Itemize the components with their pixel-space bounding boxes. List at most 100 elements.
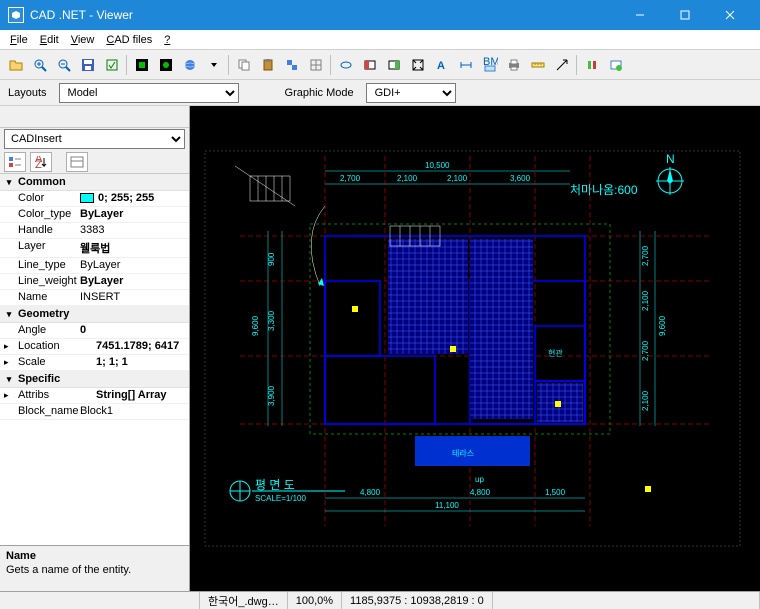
menu-edit[interactable]: Edit [34,32,65,48]
toolbar-separator [576,55,577,75]
ellipse-icon[interactable] [334,53,357,76]
svg-text:900: 900 [267,252,276,266]
layer-icon-2[interactable] [154,53,177,76]
main-area: CADInsert AZ ▾Common Color0; 255; 255 Co… [0,106,760,591]
category-common[interactable]: ▾Common [0,174,189,191]
menu-file[interactable]: File [4,32,34,48]
menu-help[interactable]: ? [158,32,176,48]
desc-text: Gets a name of the entity. [6,564,131,576]
status-cell [0,592,200,609]
svg-text:평 면 도: 평 면 도 [255,478,295,492]
zoom-in-icon[interactable] [28,53,51,76]
toolbar-separator [126,55,127,75]
expand-icon[interactable]: ▸ [4,339,14,354]
copy-icon[interactable] [232,53,255,76]
properties-panel: CADInsert AZ ▾Common Color0; 255; 255 Co… [0,106,190,591]
close-button[interactable] [707,0,752,30]
save-icon[interactable] [76,53,99,76]
prop-row: NameINSERT [0,290,189,306]
option-bar: Layouts Model Graphic Mode GDI+ [0,80,760,106]
prop-row: Line_weightByLayer [0,274,189,290]
status-coords: 1185,9375 : 10938,2819 : 0 [342,592,493,609]
arrow-icon[interactable] [550,53,573,76]
tool-icon-1[interactable] [100,53,123,76]
graphic-mode-select[interactable]: GDI+ [366,83,456,103]
svg-text:2,100: 2,100 [397,174,418,183]
app-icon [8,7,24,23]
zoom-out-icon[interactable] [52,53,75,76]
menu-view[interactable]: View [65,32,101,48]
menu-cadfiles[interactable]: CAD files [100,32,158,48]
svg-text:Z: Z [35,159,42,168]
extents-icon[interactable] [406,53,429,76]
layer-icon-1[interactable] [130,53,153,76]
categorize-icon[interactable] [4,152,26,172]
tool-icon-b[interactable] [604,53,627,76]
svg-text:처마나옴:600: 처마나옴:600 [570,183,638,197]
svg-text:3,300: 3,300 [267,310,276,331]
property-grid[interactable]: ▾Common Color0; 255; 255 Color_typeByLay… [0,174,189,545]
text-icon[interactable]: A [430,53,453,76]
prop-row: Line_typeByLayer [0,258,189,274]
rect-tool-icon-1[interactable] [358,53,381,76]
prop-row: ▸AttribsString[] Array [0,388,189,404]
print-icon[interactable] [502,53,525,76]
desc-name: Name [6,550,183,562]
minimize-button[interactable] [617,0,662,30]
toolbar-separator [330,55,331,75]
svg-text:2,700: 2,700 [641,245,650,266]
prop-row: Color_typeByLayer [0,207,189,223]
expand-icon[interactable]: ▸ [4,355,14,370]
svg-text:A: A [437,60,445,72]
rect-tool-icon-2[interactable] [382,53,405,76]
svg-text:N: N [666,152,675,166]
window-title: CAD .NET - Viewer [30,8,617,22]
maximize-button[interactable] [662,0,707,30]
svg-text:9,600: 9,600 [251,315,260,336]
world-icon[interactable] [178,53,201,76]
dropdown-icon[interactable] [202,53,225,76]
open-icon[interactable] [4,53,27,76]
measure-icon[interactable] [526,53,549,76]
prop-row: Block_nameBlock1 [0,404,189,420]
property-description: Name Gets a name of the entity. [0,545,189,591]
expand-icon[interactable]: ▸ [4,388,14,403]
svg-text:10,500: 10,500 [425,161,450,170]
paste-icon[interactable] [256,53,279,76]
svg-text:SCALE=1/100: SCALE=1/100 [255,494,306,503]
block-icon[interactable] [280,53,303,76]
graphic-mode-label: Graphic Mode [285,87,354,99]
toolbar: A BMP [0,50,760,80]
propgrid-icon[interactable] [66,152,88,172]
svg-text:2,100: 2,100 [641,290,650,311]
layouts-label: Layouts [8,87,47,99]
alphabetical-icon[interactable]: AZ [30,152,52,172]
tool-icon-a[interactable] [580,53,603,76]
svg-text:2,100: 2,100 [641,390,650,411]
category-geometry[interactable]: ▾Geometry [0,306,189,323]
status-zoom: 100,0% [288,592,342,609]
svg-text:4,800: 4,800 [470,488,491,497]
drawing-canvas[interactable]: N 처마나옴:600 10,500 2,700 2,100 [190,106,760,591]
svg-text:1,500: 1,500 [545,488,566,497]
layouts-select[interactable]: Model [59,83,239,103]
dimension-icon[interactable] [454,53,477,76]
bmp-icon[interactable]: BMP [478,53,501,76]
svg-text:2,100: 2,100 [447,174,468,183]
category-specific[interactable]: ▾Specific [0,371,189,388]
grid-icon[interactable] [304,53,327,76]
svg-text:9,600: 9,600 [658,315,667,336]
prop-row: Handle3383 [0,223,189,239]
status-bar: 한국어_.dwg… 100,0% 1185,9375 : 10938,2819 … [0,591,760,609]
prop-row: Angle0 [0,323,189,339]
cad-drawing: N 처마나옴:600 10,500 2,700 2,100 [190,106,760,591]
svg-text:테라스: 테라스 [452,449,474,458]
svg-text:3,900: 3,900 [267,385,276,406]
toolbar-separator [228,55,229,75]
svg-text:2,700: 2,700 [340,174,361,183]
properties-toolbar: AZ [0,150,189,174]
color-swatch [80,193,94,203]
entity-type-select[interactable]: CADInsert [4,129,185,149]
svg-text:2,700: 2,700 [641,340,650,361]
prop-row: Color0; 255; 255 [0,191,189,207]
